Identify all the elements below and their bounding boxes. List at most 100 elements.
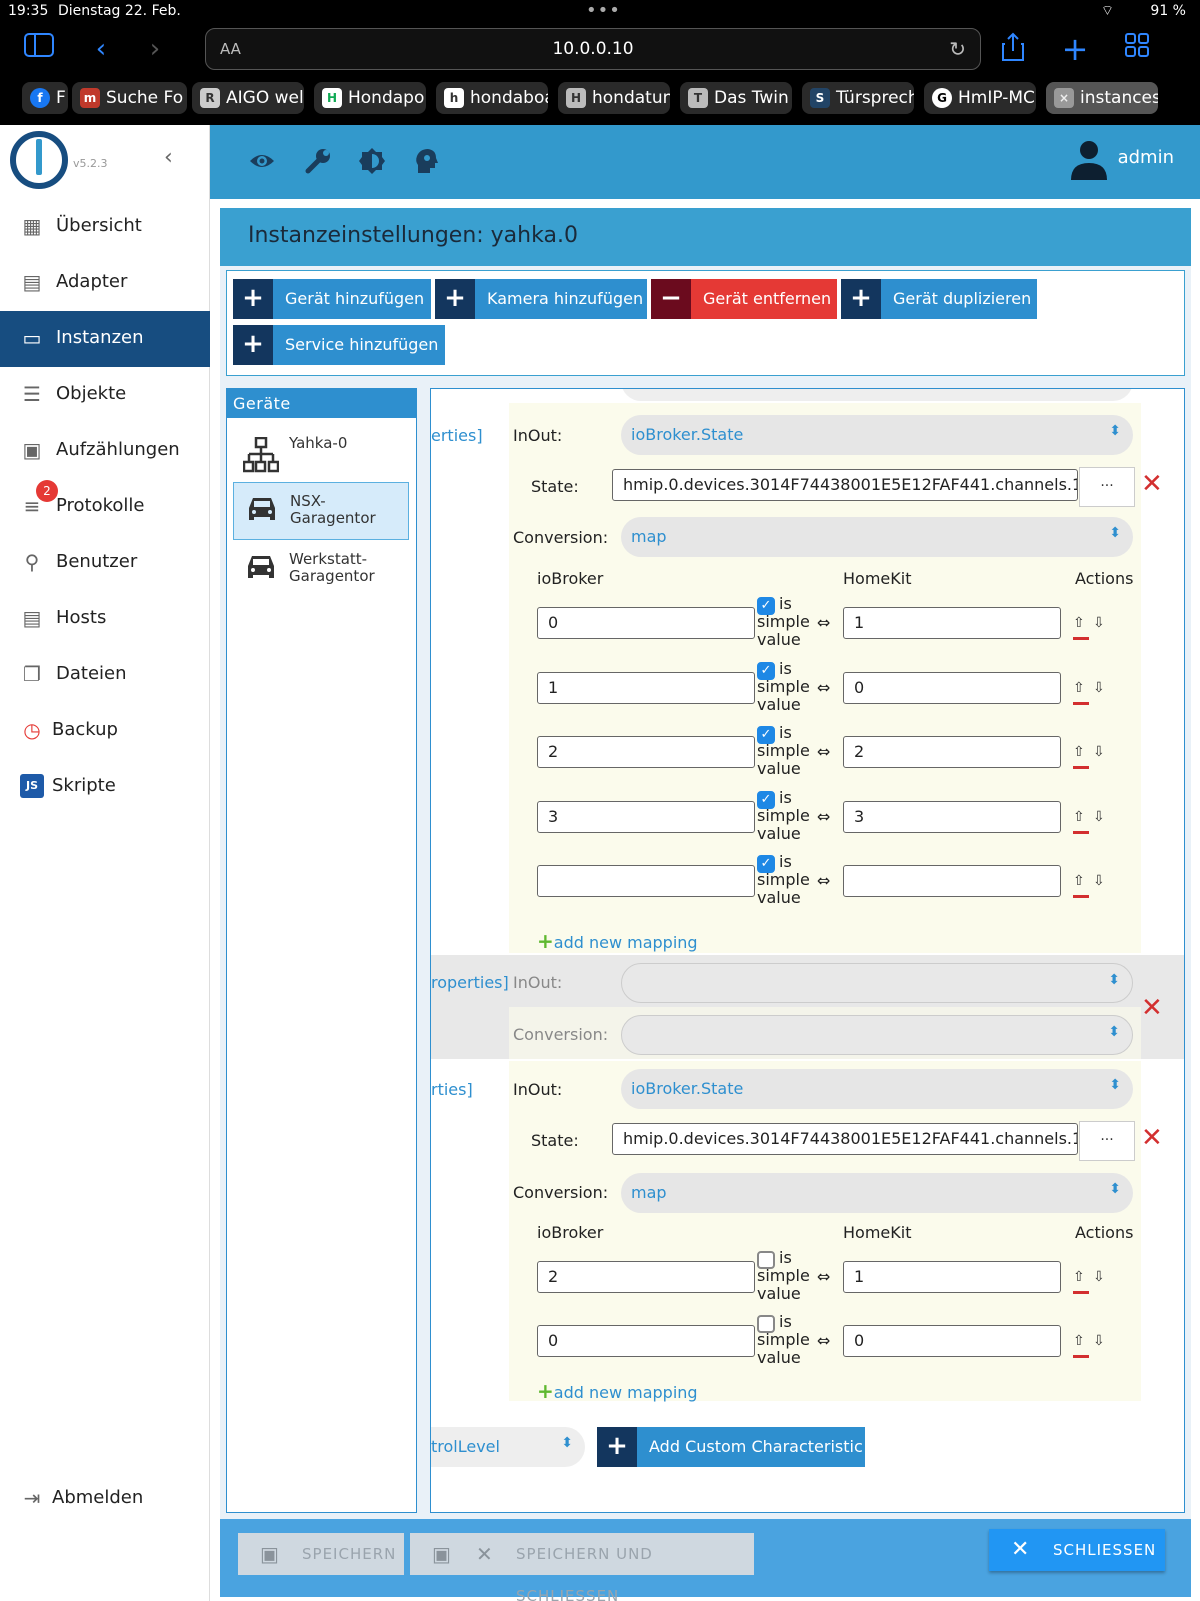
- browser-tab[interactable]: h hondaboa: [436, 82, 548, 114]
- move-up-icon[interactable]: ⇧: [1073, 615, 1086, 631]
- browser-tab[interactable]: R AIGO wel: [192, 82, 304, 114]
- sidebar-item-aufzaehlungen[interactable]: ▣ Aufzählungen: [0, 423, 210, 479]
- partial-select[interactable]: [621, 389, 1133, 401]
- delete-characteristic-icon[interactable]: ✕: [1141, 469, 1163, 499]
- homekit-value-input[interactable]: 0: [843, 1325, 1061, 1357]
- state-browse-button[interactable]: ···: [1079, 467, 1135, 507]
- save-button[interactable]: ▣ SPEICHERN: [238, 1533, 404, 1575]
- remove-mapping-icon[interactable]: [1073, 1291, 1089, 1294]
- iobroker-value-input[interactable]: 2: [537, 1261, 755, 1293]
- iobroker-value-input[interactable]: 2: [537, 736, 755, 768]
- move-down-icon[interactable]: ⇩: [1093, 873, 1106, 889]
- browser-tab-active[interactable]: × instances: [1046, 82, 1158, 114]
- delete-characteristic-icon[interactable]: ✕: [1141, 993, 1163, 1023]
- remove-mapping-icon[interactable]: [1073, 701, 1089, 705]
- properties-link[interactable]: erties]: [431, 426, 483, 445]
- move-up-icon[interactable]: ⇧: [1073, 680, 1086, 696]
- sidebar-toggle-icon[interactable]: [22, 32, 56, 66]
- move-down-icon[interactable]: ⇩: [1093, 1269, 1106, 1285]
- add-camera-button[interactable]: + Kamera hinzufügen: [435, 279, 647, 319]
- homekit-value-input[interactable]: [843, 865, 1061, 897]
- move-down-icon[interactable]: ⇩: [1093, 615, 1106, 631]
- iobroker-value-input[interactable]: 1: [537, 671, 755, 704]
- user-menu[interactable]: admin: [1070, 141, 1174, 180]
- add-mapping-link[interactable]: +add new mapping: [537, 929, 698, 953]
- iobroker-value-input[interactable]: [537, 865, 755, 897]
- inout-select-empty[interactable]: ⬍: [621, 963, 1133, 1003]
- sidebar-item-objekte[interactable]: ☰ Objekte: [0, 367, 210, 423]
- back-icon[interactable]: ‹: [84, 32, 118, 66]
- sidebar-item-protokolle[interactable]: ≡ Protokolle: [0, 479, 210, 535]
- move-up-icon[interactable]: ⇧: [1073, 1269, 1086, 1285]
- sidebar-item-dateien[interactable]: ❐ Dateien: [0, 647, 210, 703]
- conversion-select[interactable]: map ⬍: [621, 1173, 1133, 1213]
- browser-tab[interactable]: fF: [22, 82, 68, 114]
- inout-select[interactable]: ioBroker.State ⬍: [621, 415, 1133, 455]
- multitasking-dots-icon[interactable]: •••: [586, 0, 621, 21]
- reload-icon[interactable]: ↻: [949, 37, 966, 61]
- browser-tab[interactable]: G HmIP-MC: [924, 82, 1036, 114]
- logout-button[interactable]: ⇥ Abmelden: [0, 1471, 210, 1527]
- characteristic-select[interactable]: trolLevel ⬍: [431, 1427, 585, 1467]
- close-button[interactable]: ✕ SCHLIESSEN: [989, 1529, 1165, 1571]
- remove-mapping-icon[interactable]: [1073, 637, 1089, 640]
- forward-icon[interactable]: ›: [138, 32, 172, 66]
- duplicate-device-button[interactable]: + Gerät duplizieren: [841, 279, 1037, 319]
- sidebar-item-instanzen[interactable]: ▭ Instanzen: [0, 311, 210, 367]
- sidebar-item-hosts[interactable]: ▤ Hosts: [0, 591, 210, 647]
- browser-tab[interactable]: m Suche Fo: [72, 82, 187, 114]
- tab-close-icon[interactable]: ×: [1054, 88, 1074, 108]
- save-and-close-button[interactable]: ▣ ✕ SPEICHERN UND SCHLIESSEN: [410, 1533, 754, 1601]
- sidebar-item-skripte[interactable]: JS Skripte: [0, 759, 210, 815]
- add-device-button[interactable]: + Gerät hinzufügen: [233, 279, 431, 319]
- browser-tab[interactable]: H Hondapo: [314, 82, 426, 114]
- share-icon[interactable]: [996, 32, 1030, 66]
- remove-mapping-icon[interactable]: [1073, 1355, 1089, 1358]
- homekit-value-input[interactable]: 2: [843, 736, 1061, 768]
- sidebar-item-adapter[interactable]: ▤ Adapter: [0, 255, 210, 311]
- wrench-icon[interactable]: [302, 147, 334, 181]
- expert-mode-icon[interactable]: [410, 147, 442, 181]
- remove-mapping-icon[interactable]: [1073, 830, 1089, 834]
- add-custom-characteristic-button[interactable]: + Add Custom Characteristic: [597, 1427, 865, 1467]
- move-down-icon[interactable]: ⇩: [1093, 809, 1106, 825]
- browser-tab[interactable]: S Türsprech: [802, 82, 914, 114]
- state-input[interactable]: hmip.0.devices.3014F74438001E5E12FAF441.…: [612, 469, 1078, 501]
- iobroker-value-input[interactable]: 0: [537, 1325, 755, 1357]
- state-input[interactable]: hmip.0.devices.3014F74438001E5E12FAF441.…: [612, 1123, 1078, 1155]
- move-up-icon[interactable]: ⇧: [1073, 1333, 1086, 1349]
- move-up-icon[interactable]: ⇧: [1073, 873, 1086, 889]
- conversion-select-empty[interactable]: ⬍: [621, 1015, 1133, 1055]
- device-item[interactable]: Yahka-0: [233, 425, 409, 483]
- sidebar-item-uebersicht[interactable]: ▦ Übersicht: [0, 199, 210, 255]
- address-bar[interactable]: AA 10.0.0.10 ↻: [205, 28, 981, 70]
- properties-link[interactable]: roperties]: [431, 973, 509, 992]
- eye-icon[interactable]: [246, 147, 278, 181]
- sidebar-item-benutzer[interactable]: ⚲ Benutzer: [0, 535, 210, 591]
- move-down-icon[interactable]: ⇩: [1093, 1333, 1106, 1349]
- device-item-selected[interactable]: NSX- Garagentor: [233, 482, 409, 540]
- iobroker-value-input[interactable]: 3: [537, 800, 755, 833]
- homekit-value-input[interactable]: 1: [843, 1261, 1061, 1293]
- iobroker-value-input[interactable]: 0: [537, 607, 755, 639]
- move-down-icon[interactable]: ⇩: [1093, 680, 1106, 696]
- move-down-icon[interactable]: ⇩: [1093, 744, 1106, 760]
- homekit-value-input[interactable]: 1: [843, 607, 1061, 639]
- properties-link[interactable]: rties]: [431, 1080, 473, 1099]
- conversion-select[interactable]: map ⬍: [621, 517, 1133, 557]
- add-service-button[interactable]: + Service hinzufügen: [233, 325, 445, 365]
- homekit-value-input[interactable]: 3: [843, 800, 1061, 833]
- remove-mapping-icon[interactable]: [1073, 895, 1089, 898]
- move-up-icon[interactable]: ⇧: [1073, 809, 1086, 825]
- browser-tab[interactable]: Hhondatun: [558, 82, 670, 114]
- delete-characteristic-icon[interactable]: ✕: [1141, 1123, 1163, 1153]
- collapse-sidebar-icon[interactable]: ‹: [164, 145, 173, 170]
- add-mapping-link[interactable]: +add new mapping: [537, 1379, 698, 1403]
- new-tab-icon[interactable]: +: [1058, 32, 1092, 66]
- move-up-icon[interactable]: ⇧: [1073, 744, 1086, 760]
- browser-tab[interactable]: T Das Twin: [680, 82, 792, 114]
- tab-overview-icon[interactable]: [1120, 32, 1154, 66]
- device-item[interactable]: Werkstatt- Garagentor: [233, 541, 409, 599]
- remove-device-button[interactable]: − Gerät entfernen: [651, 279, 837, 319]
- homekit-value-input[interactable]: 0: [843, 671, 1061, 704]
